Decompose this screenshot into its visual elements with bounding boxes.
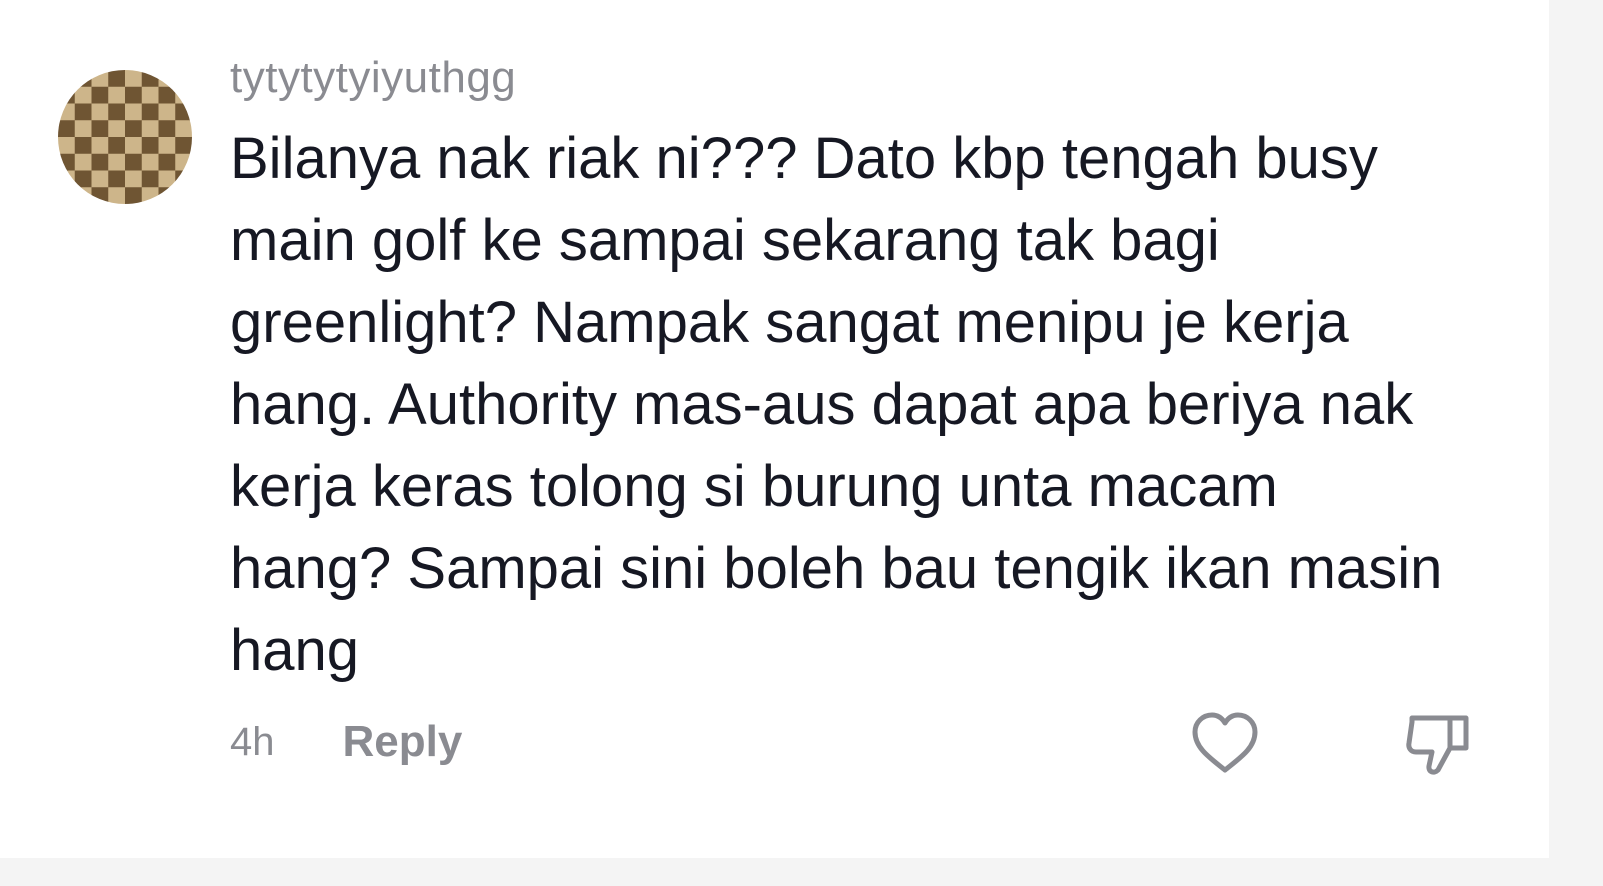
comment-screen: tytytytyiyuthgg Bilanya nak riak ni??? D… bbox=[0, 0, 1603, 886]
avatar-square bbox=[91, 103, 109, 121]
avatar-square bbox=[125, 153, 143, 171]
avatar-square bbox=[91, 137, 109, 155]
avatar-square bbox=[175, 187, 192, 204]
avatar-square bbox=[158, 103, 176, 121]
checkerboard-avatar-icon bbox=[58, 70, 192, 204]
avatar-square bbox=[175, 103, 192, 121]
avatar-square bbox=[108, 86, 126, 104]
avatar-square bbox=[58, 137, 76, 155]
avatar[interactable] bbox=[58, 70, 192, 204]
avatar-square bbox=[91, 153, 109, 171]
avatar-square bbox=[125, 70, 143, 88]
avatar-square bbox=[141, 86, 159, 104]
avatar-square bbox=[74, 120, 92, 138]
avatar-square bbox=[108, 137, 126, 155]
avatar-square bbox=[58, 153, 76, 171]
avatar-square bbox=[58, 70, 76, 88]
avatar-square bbox=[158, 170, 176, 188]
avatar-square bbox=[74, 137, 92, 155]
avatar-square bbox=[91, 120, 109, 138]
avatar-square bbox=[91, 70, 109, 88]
avatar-square bbox=[74, 170, 92, 188]
comment-item: tytytytyiyuthgg Bilanya nak riak ni??? D… bbox=[58, 48, 1518, 808]
avatar-square bbox=[125, 187, 143, 204]
avatar-square bbox=[141, 187, 159, 204]
avatar-square bbox=[175, 153, 192, 171]
avatar-square bbox=[141, 153, 159, 171]
comment-timestamp: 4h bbox=[230, 719, 275, 764]
thumbs-down-outline-icon bbox=[1406, 715, 1469, 775]
avatar-square bbox=[108, 103, 126, 121]
avatar-square bbox=[74, 70, 92, 88]
dislike-button[interactable] bbox=[1404, 708, 1474, 780]
avatar-square bbox=[108, 70, 126, 88]
comment-meta: 4h Reply bbox=[230, 712, 462, 772]
avatar-square bbox=[125, 120, 143, 138]
avatar-square bbox=[58, 170, 76, 188]
avatar-square bbox=[58, 120, 76, 138]
avatar-square bbox=[175, 86, 192, 104]
avatar-square bbox=[58, 86, 76, 104]
avatar-square bbox=[141, 170, 159, 188]
avatar-square bbox=[91, 170, 109, 188]
avatar-square bbox=[141, 70, 159, 88]
avatar-square bbox=[74, 103, 92, 121]
avatar-square bbox=[58, 103, 76, 121]
avatar-square bbox=[141, 137, 159, 155]
screen-edge-right bbox=[1549, 0, 1603, 886]
avatar-square bbox=[74, 153, 92, 171]
avatar-square bbox=[158, 70, 176, 88]
avatar-square bbox=[125, 137, 143, 155]
avatar-square bbox=[175, 170, 192, 188]
avatar-square bbox=[74, 86, 92, 104]
screen-edge-bottom bbox=[0, 858, 1603, 886]
heart-outline-icon bbox=[1192, 712, 1258, 773]
reply-button[interactable]: Reply bbox=[343, 717, 463, 767]
avatar-square bbox=[158, 86, 176, 104]
avatar-square bbox=[58, 187, 76, 204]
avatar-square bbox=[125, 170, 143, 188]
avatar-square bbox=[158, 120, 176, 138]
avatar-square bbox=[175, 120, 192, 138]
avatar-square bbox=[175, 70, 192, 88]
like-button[interactable] bbox=[1190, 710, 1260, 776]
comment-body: tytytytyiyuthgg Bilanya nak riak ni??? D… bbox=[230, 48, 1480, 692]
avatar-square bbox=[91, 187, 109, 204]
avatar-square bbox=[108, 120, 126, 138]
avatar-square bbox=[125, 86, 143, 104]
avatar-square bbox=[91, 86, 109, 104]
comment-text: Bilanya nak riak ni??? Dato kbp tengah b… bbox=[230, 126, 1443, 683]
avatar-square bbox=[158, 137, 176, 155]
avatar-square bbox=[108, 187, 126, 204]
avatar-square bbox=[74, 187, 92, 204]
avatar-square bbox=[125, 103, 143, 121]
avatar-square bbox=[108, 170, 126, 188]
comment-username[interactable]: tytytytyiyuthgg bbox=[230, 48, 1480, 108]
avatar-square bbox=[158, 187, 176, 204]
avatar-square bbox=[108, 153, 126, 171]
avatar-square bbox=[158, 153, 176, 171]
avatar-square bbox=[175, 137, 192, 155]
avatar-square bbox=[141, 120, 159, 138]
avatar-square bbox=[141, 103, 159, 121]
